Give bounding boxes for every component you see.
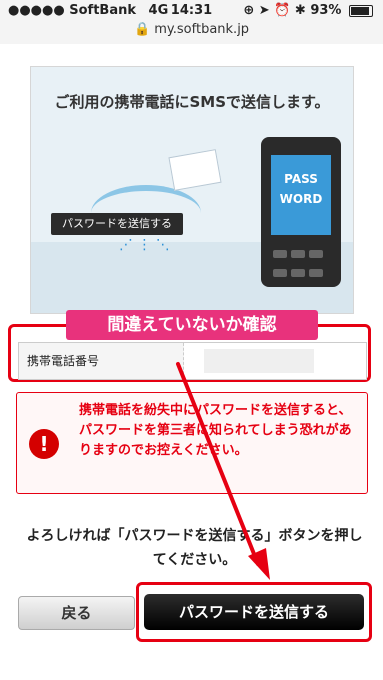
phone-screen-text-1: PASS xyxy=(284,172,318,186)
battery-percent: 93% xyxy=(310,3,342,18)
warning-box: ! 携帯電話を紛失中にパスワードを送信すると、パスワードを第三者に知られてしまう… xyxy=(16,392,368,494)
warning-text: 携帯電話を紛失中にパスワードを送信すると、パスワードを第三者に知られてしまう恐れ… xyxy=(79,403,352,458)
bluetooth-icon: ✱ xyxy=(294,3,306,18)
phone-number-label: 携帯電話番号 xyxy=(19,343,184,379)
exclamation-icon: ! xyxy=(29,429,59,459)
phone-icon: PASS WORD xyxy=(261,137,341,287)
url-text: my.softbank.jp xyxy=(154,22,250,37)
phone-number-row: 携帯電話番号 xyxy=(18,342,367,380)
confirm-annotation: 間違えていないか確認 xyxy=(66,310,318,340)
alarm-icon: ⏰ xyxy=(274,3,291,18)
send-button-highlight xyxy=(136,582,372,642)
illustration-send-button: パスワードを送信する xyxy=(51,213,183,235)
instruction-text: よろしければ「パスワードを送信する」ボタンを押してください。 xyxy=(26,528,363,568)
phone-number-value xyxy=(204,349,314,373)
lock-icon: 🔒 xyxy=(133,22,151,37)
phone-screen: PASS WORD xyxy=(271,155,331,235)
illustration-caption: ご利用の携帯電話にSMSで送信します。 xyxy=(54,93,330,111)
status-bar: ●●●●● SoftBank 4G 14:31 ⊕ ➤ ⏰ ✱ 93% xyxy=(0,0,383,22)
battery-status: ⊕ ➤ ⏰ ✱ 93% xyxy=(243,3,373,18)
click-spark-icon: ⋰ ⋮ ⋱ xyxy=(119,237,170,253)
sms-illustration: ご利用の携帯電話にSMSで送信します。 パスワードを送信する ⋰ ⋮ ⋱ PAS… xyxy=(30,66,354,314)
envelope-icon xyxy=(168,149,222,191)
phone-screen-text-2: WORD xyxy=(279,192,323,206)
phone-keys xyxy=(271,245,331,283)
page-content: ご利用の携帯電話にSMSで送信します。 パスワードを送信する ⋰ ⋮ ⋱ PAS… xyxy=(0,44,383,680)
battery-icon xyxy=(349,4,373,17)
address-bar[interactable]: 🔒 my.softbank.jp xyxy=(0,22,383,45)
location-icon: ➤ xyxy=(258,3,270,18)
back-button[interactable]: 戻る xyxy=(18,596,135,630)
lock-rotation-icon: ⊕ xyxy=(243,3,255,18)
